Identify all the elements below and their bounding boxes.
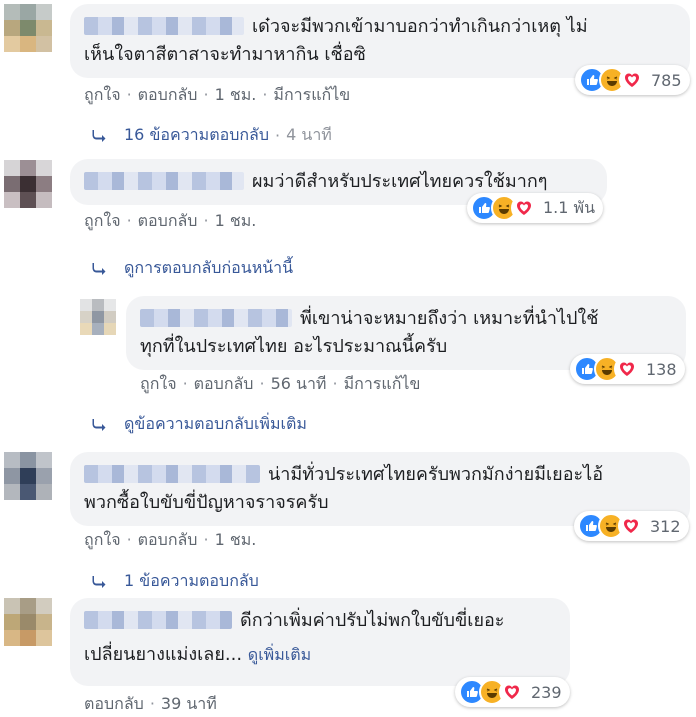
comment-text-line: ผมว่าดีสำหรับประเทศไทยควรใช้มากๆ xyxy=(252,171,548,192)
view-more-replies-link[interactable]: ดูข้อความตอบกลับเพิ่มเติม xyxy=(92,412,307,437)
like-link[interactable]: ถูกใจ xyxy=(84,211,121,230)
reaction-summary[interactable]: 239 xyxy=(455,677,570,707)
reaction-count: 239 xyxy=(531,682,562,702)
replies-count-label[interactable]: 16 ข้อความตอบกลับ xyxy=(124,123,269,148)
replies-count-label[interactable]: 1 ข้อความตอบกลับ xyxy=(124,569,259,594)
like-link[interactable]: ถูกใจ xyxy=(140,374,177,393)
reaction-count: 785 xyxy=(651,70,682,90)
comment-actions: ถูกใจ · ตอบกลับ · 1 ชม. · มีการแก้ไข xyxy=(84,85,351,104)
comment-actions: ถูกใจ · ตอบกลับ · 1 ชม. xyxy=(84,211,257,230)
see-more-link[interactable]: ดูเพิ่มเติม xyxy=(248,645,311,664)
reaction-summary[interactable]: 785 xyxy=(575,65,690,95)
reply-link[interactable]: ตอบกลับ xyxy=(138,85,198,104)
reply-arrow-icon xyxy=(92,129,106,142)
love-icon xyxy=(499,679,525,705)
reply-link[interactable]: ตอบกลับ xyxy=(138,530,198,549)
edited-link[interactable]: มีการแก้ไข xyxy=(344,374,421,393)
reply-text-line: พี่เขาน่าจะหมายถึงว่า เหมาะที่นำไปใช้ xyxy=(300,308,599,329)
avatar[interactable] xyxy=(80,299,116,335)
avatar[interactable] xyxy=(4,452,52,500)
timestamp[interactable]: 56 นาที xyxy=(271,374,327,393)
comment-author[interactable] xyxy=(84,465,260,483)
view-replies-link[interactable]: 16 ข้อความตอบกลับ · 4 นาที xyxy=(92,123,332,148)
reaction-count: 312 xyxy=(650,516,681,536)
like-link[interactable]: ถูกใจ xyxy=(84,85,121,104)
reply-actions: ถูกใจ · ตอบกลับ · 56 นาที · มีการแก้ไข xyxy=(140,374,421,393)
timestamp[interactable]: 1 ชม. xyxy=(215,211,257,230)
comment-text-line: น่ามีทั่วประเทศไทยครับพวกมักง่ายมีเยอะไอ… xyxy=(268,464,604,485)
timestamp[interactable]: 1 ชม. xyxy=(215,530,257,549)
comment-author[interactable] xyxy=(84,172,244,190)
reaction-summary[interactable]: 312 xyxy=(574,511,689,541)
view-replies-link[interactable]: 1 ข้อความตอบกลับ xyxy=(92,569,259,594)
comment-author[interactable] xyxy=(84,611,232,629)
timestamp[interactable]: 39 นาที xyxy=(161,694,217,713)
reply-link[interactable]: ตอบกลับ xyxy=(84,694,144,713)
love-icon xyxy=(618,513,644,539)
timestamp[interactable]: 1 ชม. xyxy=(215,85,257,104)
reaction-summary[interactable]: 1.1 พัน xyxy=(467,193,604,223)
reply-arrow-icon xyxy=(92,418,106,431)
reply-link[interactable]: ตอบกลับ xyxy=(138,211,198,230)
love-icon xyxy=(619,67,645,93)
edited-link[interactable]: มีการแก้ไข xyxy=(273,85,350,104)
reply-link[interactable]: ตอบกลับ xyxy=(194,374,254,393)
comment-bubble: ดีกว่าเพิ่มค่าปรับไม่พกใบขับขี่เยอะ เปลี… xyxy=(70,598,570,686)
reply-arrow-icon xyxy=(92,575,106,588)
comment-text-line: ดีกว่าเพิ่มค่าปรับไม่พกใบขับขี่เยอะ xyxy=(240,610,505,631)
reply-author[interactable] xyxy=(140,309,292,327)
reply-arrow-icon xyxy=(92,262,106,275)
avatar[interactable] xyxy=(4,160,52,208)
avatar[interactable] xyxy=(4,4,52,52)
comment-text-line: เปลี่ยนยางแม่งเลย... xyxy=(84,644,243,665)
love-icon xyxy=(614,356,640,382)
reaction-count: 138 xyxy=(646,359,677,379)
replies-timestamp: 4 นาที xyxy=(286,125,332,144)
comment-actions: ถูกใจ · ตอบกลับ · 1 ชม. xyxy=(84,530,257,549)
avatar[interactable] xyxy=(4,598,52,646)
comment-actions: ตอบกลับ · 39 นาที xyxy=(84,694,217,713)
comment-author[interactable] xyxy=(84,17,244,35)
reaction-count: 1.1 พัน xyxy=(543,197,596,217)
reaction-summary[interactable]: 138 xyxy=(570,354,685,384)
more-replies-label[interactable]: ดูข้อความตอบกลับเพิ่มเติม xyxy=(124,412,307,437)
love-icon xyxy=(511,195,537,221)
like-link[interactable]: ถูกใจ xyxy=(84,530,121,549)
view-previous-replies-link[interactable]: ดูการตอบกลับก่อนหน้านี้ xyxy=(92,256,293,281)
previous-replies-label[interactable]: ดูการตอบกลับก่อนหน้านี้ xyxy=(124,256,293,281)
comment-text-line: เด๋วจะมีพวกเข้ามาบอกว่าทำเกินกว่าเหตุ ไม… xyxy=(252,16,588,37)
